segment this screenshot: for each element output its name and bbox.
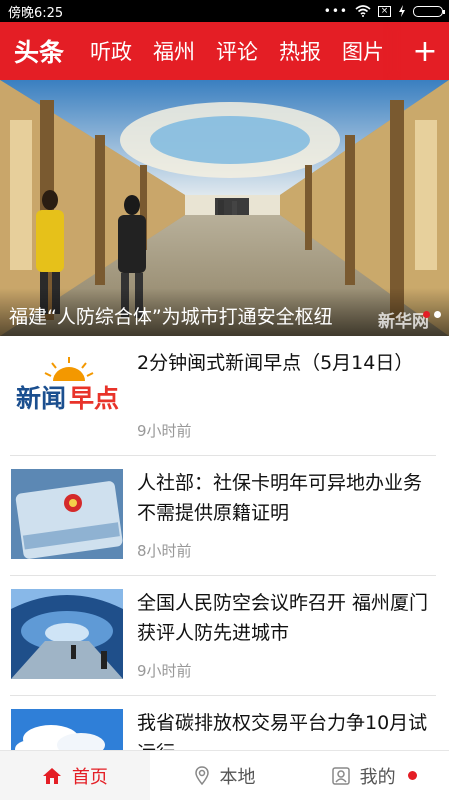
carousel-dot-active	[423, 311, 430, 318]
thumb-text-morning: 早点	[69, 384, 119, 413]
nav-mine-label: 我的	[359, 766, 396, 788]
top-nav: 头条 听政 福州 评论 热报 图片 +	[0, 22, 449, 80]
notification-dot	[407, 771, 417, 780]
wifi-icon	[355, 5, 371, 17]
carousel-indicator	[423, 311, 441, 318]
news-time: 9小时前	[137, 422, 192, 440]
hero-banner[interactable]: 福建“人防综合体”为城市打通安全枢纽 新华网	[0, 80, 449, 336]
news-item[interactable]: 人社部：社保卡明年可异地办业务 不需提供原籍证明 8小时前	[10, 456, 436, 576]
tab-bar: 头条 听政 福州 评论 热报 图片	[0, 22, 400, 80]
social-security-card-image	[11, 469, 123, 559]
charging-icon	[399, 5, 405, 17]
news-item[interactable]: 新闻 早点 2分钟闽式新闻早点（5月14日） 9小时前	[10, 336, 436, 456]
nav-local-label: 本地	[219, 766, 256, 788]
news-title: 全国人民防空会议昨召开 福州厦门获评人防先进城市	[137, 592, 429, 644]
sim-off-icon: ×	[378, 5, 391, 17]
news-list: 新闻 早点 2分钟闽式新闻早点（5月14日） 9小时前 人社部：社保卡明年可异地…	[0, 336, 449, 750]
nav-home-label: 首页	[71, 766, 108, 788]
tab-tingzheng[interactable]: 听政	[90, 36, 132, 66]
bottom-nav: 首页 本地 我的	[0, 750, 449, 800]
hero-watermark: 新华网	[378, 312, 429, 332]
nav-home[interactable]: 首页	[0, 751, 150, 800]
carousel-dot	[434, 311, 441, 318]
profile-icon	[331, 766, 350, 785]
news-morning-logo-icon: 新闻 早点	[16, 357, 119, 413]
news-item[interactable]: 全国人民防空会议昨召开 福州厦门获评人防先进城市 9小时前	[10, 576, 436, 696]
civil-defense-tunnel-image	[11, 589, 123, 679]
news-title: 2分钟闽式新闻早点（5月14日）	[137, 352, 414, 374]
tab-commentary[interactable]: 评论	[216, 36, 258, 66]
news-title: 我省碳排放权交易平台力争10月试运行	[137, 712, 428, 750]
battery-icon	[413, 5, 445, 17]
tab-fuzhou[interactable]: 福州	[153, 36, 195, 66]
news-thumbnail	[11, 709, 123, 750]
status-time: 傍晚6:25	[8, 5, 64, 21]
location-pin-icon	[194, 765, 209, 785]
nav-mine[interactable]: 我的	[299, 751, 449, 800]
tab-hot[interactable]: 热报	[279, 36, 321, 66]
home-icon	[42, 767, 61, 784]
news-thumbnail	[11, 589, 123, 679]
news-thumbnail: 新闻 早点	[11, 349, 123, 439]
news-time: 9小时前	[137, 662, 192, 680]
tab-pictures[interactable]: 图片	[342, 36, 384, 66]
tab-headlines[interactable]: 头条	[14, 33, 64, 69]
more-dots-icon: •••	[323, 4, 348, 18]
sky-clouds-image	[11, 709, 123, 750]
thumb-text-news: 新闻	[16, 384, 66, 413]
news-time: 8小时前	[137, 542, 192, 560]
news-item[interactable]: 我省碳排放权交易平台力争10月试运行	[10, 696, 436, 750]
news-title: 人社部：社保卡明年可异地办业务 不需提供原籍证明	[137, 472, 423, 524]
status-bar: 傍晚6:25 ••• ×	[0, 0, 449, 22]
add-channel-button[interactable]: +	[401, 22, 449, 80]
news-thumbnail	[11, 469, 123, 559]
status-icons: ••• ×	[323, 4, 445, 18]
nav-local[interactable]: 本地	[150, 751, 300, 800]
